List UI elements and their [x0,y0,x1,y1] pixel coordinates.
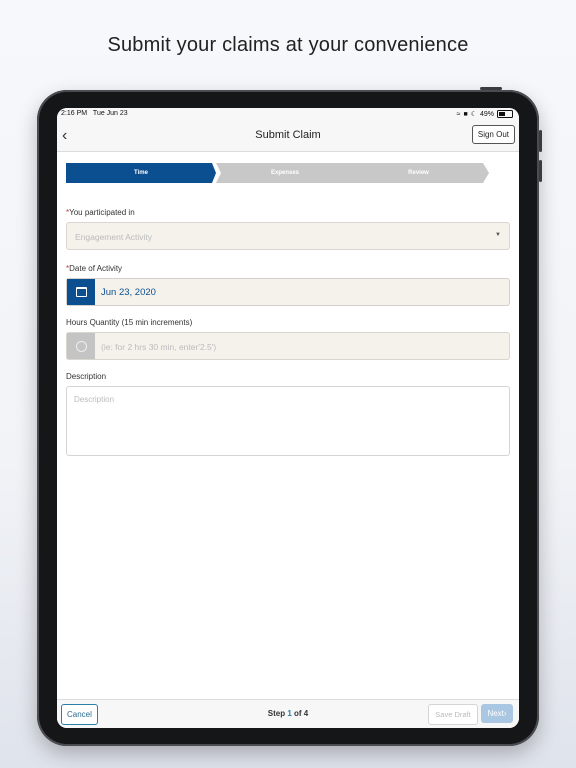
calendar-icon[interactable] [67,279,95,305]
nav-bar: ‹ Submit Claim Sign Out [57,121,519,152]
description-placeholder: Description [74,395,115,404]
page-title: Submit Claim [255,129,321,141]
status-bar: 2:16 PM Tue Jun 23 ≈ ■ ☾ 49% [57,108,519,121]
promo-headline: Submit your claims at your convenience [107,34,469,56]
date-label: *Date of Activity [66,264,123,273]
hours-label: Hours Quantity (15 min increments) [66,318,193,327]
power-button [480,87,502,90]
status-time: 2:16 PM Tue Jun 23 [61,110,128,117]
app-screen: 2:16 PM Tue Jun 23 ≈ ■ ☾ 49% ‹ Submit Cl… [57,108,519,728]
sign-out-button[interactable]: Sign Out [471,125,515,144]
participated-label: *You participated in [66,208,135,217]
participated-select[interactable]: Engagement Activity ▼ [66,222,510,250]
caret-down-icon: ▼ [495,232,501,238]
battery-icon [497,110,513,118]
next-button[interactable]: Next› [481,704,513,723]
step-time[interactable]: Time [66,163,216,183]
description-textarea[interactable]: Description [66,386,510,456]
progress-stepper: Time Expenses Review [66,163,489,183]
clock-icon [67,333,95,359]
date-field[interactable]: Jun 23, 2020 [66,278,510,306]
save-draft-button[interactable]: Save Draft [428,704,478,725]
volume-button [539,130,542,152]
participated-placeholder: Engagement Activity [75,232,153,242]
moon-icon: ☾ [470,111,477,118]
chevron-right-icon: › [503,709,507,718]
lock-icon: ■ [463,110,468,118]
footer-bar: Cancel Step 1 of 4 Save Draft Next› [57,699,519,728]
description-label: Description [66,372,107,381]
hours-input[interactable]: (ie: for 2 hrs 30 min, enter'2.5') [66,332,510,360]
step-expenses[interactable]: Expenses [216,163,354,183]
status-indicators: ≈ ■ ☾ 49% [457,110,513,118]
date-value: Jun 23, 2020 [101,287,156,298]
battery-percent: 49% [479,110,494,118]
wifi-icon: ≈ [456,110,461,118]
hours-placeholder: (ie: for 2 hrs 30 min, enter'2.5') [101,342,217,352]
step-review[interactable]: Review [348,163,489,183]
volume-button [539,160,542,182]
